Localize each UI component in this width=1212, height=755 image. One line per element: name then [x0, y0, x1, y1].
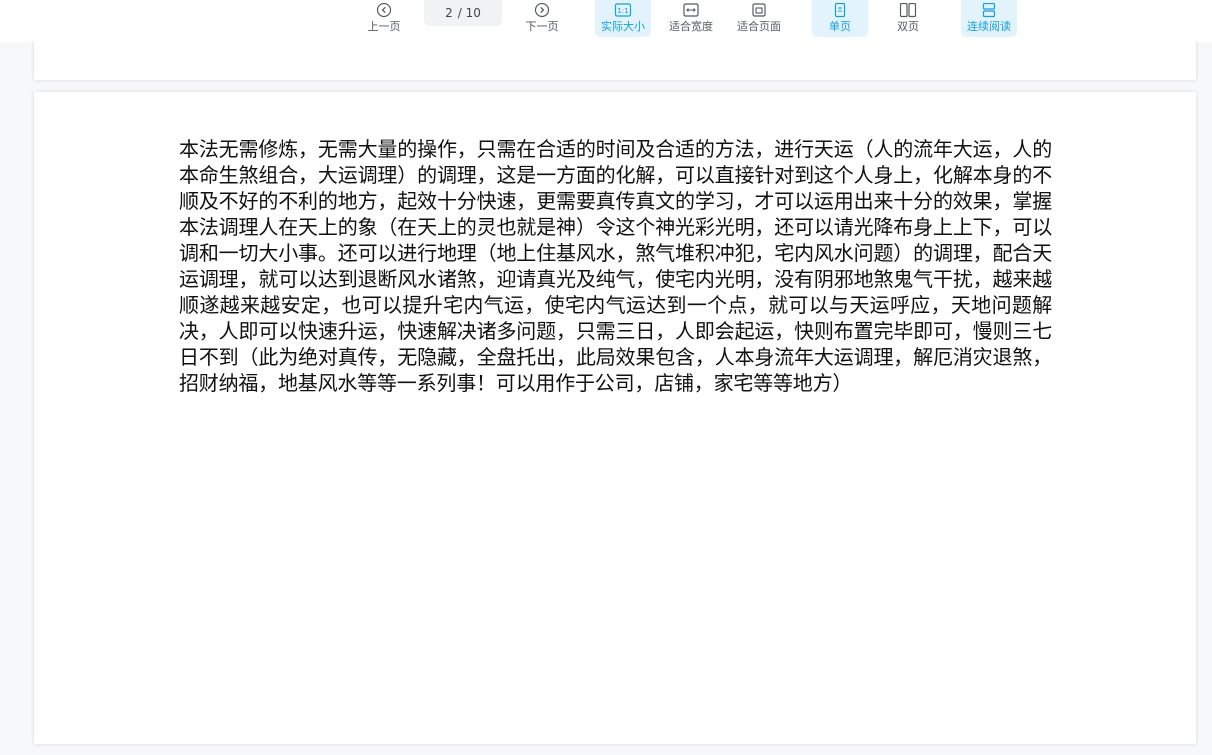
current-document-page: 本法无需修炼，无需大量的操作，只需在合适的时间及合适的方法，进行天运（人的流年大…: [34, 92, 1196, 744]
viewer-toolbar: 上一页 2 / 10 下一页 1:1 实际大小 适合宽度 适合页面 单页 双页 …: [0, 0, 1212, 42]
chevron-left-circle-icon: [375, 3, 393, 19]
actual-size-button[interactable]: 1:1 实际大小: [595, 0, 651, 37]
single-page-button[interactable]: 单页: [812, 0, 868, 37]
continuous-scroll-icon: [980, 3, 998, 19]
single-page-icon: [831, 3, 849, 19]
one-to-one-icon: 1:1: [614, 3, 632, 19]
fit-page-icon: [750, 3, 768, 19]
actual-size-label: 实际大小: [601, 20, 645, 33]
page-number-input[interactable]: 2 / 10: [424, 0, 502, 26]
double-page-label: 双页: [897, 20, 919, 33]
current-page-number[interactable]: 2: [445, 6, 453, 20]
fit-width-icon: [682, 3, 700, 19]
total-page-count: / 10: [457, 6, 481, 20]
next-page-label: 下一页: [525, 20, 559, 33]
continuous-scroll-label: 连续阅读: [967, 20, 1011, 33]
chevron-right-circle-icon: [533, 3, 551, 19]
page-body-text: 本法无需修炼，无需大量的操作，只需在合适的时间及合适的方法，进行天运（人的流年大…: [179, 137, 1052, 395]
pdf-viewer: 上一页 2 / 10 下一页 1:1 实际大小 适合宽度 适合页面 单页 双页 …: [0, 0, 1212, 755]
one-to-one-glyph: 1:1: [617, 7, 628, 15]
prev-page-label: 上一页: [367, 20, 401, 33]
fit-page-label: 适合页面: [737, 20, 781, 33]
double-page-button[interactable]: 双页: [882, 0, 934, 37]
continuous-scroll-button[interactable]: 连续阅读: [961, 0, 1017, 37]
fit-width-label: 适合宽度: [669, 20, 713, 33]
double-page-icon: [899, 3, 917, 19]
fit-width-button[interactable]: 适合宽度: [664, 0, 718, 37]
fit-page-button[interactable]: 适合页面: [732, 0, 786, 37]
next-page-button[interactable]: 下一页: [522, 0, 562, 37]
prev-page-button[interactable]: 上一页: [364, 0, 404, 37]
single-page-label: 单页: [829, 20, 851, 33]
